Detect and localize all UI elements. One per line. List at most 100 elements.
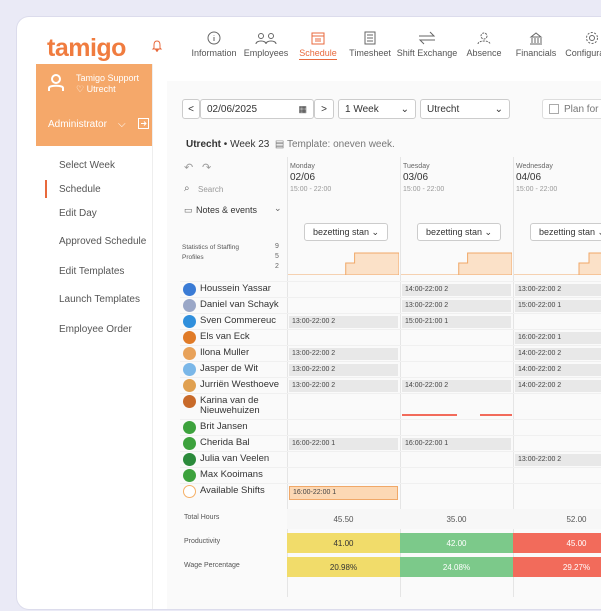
shift-block[interactable]: 16:00-22:00 1 xyxy=(515,332,601,344)
employee-row: Els van Eck 16:00-22:00 1 xyxy=(180,329,601,346)
sidebar-item-edit-day[interactable]: Edit Day xyxy=(45,201,153,225)
search-input[interactable]: Search xyxy=(198,185,223,194)
sidebar-item-employee-order[interactable]: Employee Order xyxy=(45,317,153,341)
shift-block[interactable]: 13:00-22:00 2 xyxy=(289,364,398,376)
notes-events-label[interactable]: Notes & events xyxy=(196,205,257,215)
plan-for-multiple-checkbox[interactable]: Plan for multip xyxy=(542,99,601,119)
avatar[interactable] xyxy=(183,315,196,328)
nav-employees[interactable]: Employees xyxy=(240,27,292,67)
avatar[interactable] xyxy=(183,421,196,434)
calendar-icon[interactable]: ▦ xyxy=(298,104,307,115)
employee-name[interactable]: Jasper de Wit xyxy=(200,364,258,374)
shift-block[interactable]: 14:00-22:00 2 xyxy=(515,380,601,392)
location-select[interactable]: Utrecht ⌄ xyxy=(420,99,510,119)
shift-block[interactable]: 16:00-22:00 1 xyxy=(402,438,511,450)
employee-name[interactable]: Els van Eck xyxy=(200,332,250,342)
period-select[interactable]: 1 Week ⌄ xyxy=(338,99,416,119)
totals-value: 41.00 xyxy=(287,533,400,553)
employee-name[interactable]: Julia van Veelen xyxy=(200,454,269,464)
employee-name[interactable]: Karina van de Nieuwehuizen xyxy=(200,396,288,416)
shift-block[interactable]: 13:00-22:00 2 xyxy=(289,380,398,392)
sidebar-item-schedule[interactable]: Schedule xyxy=(45,177,153,201)
staffing-label: Statistics of Staffing Profiles xyxy=(182,244,239,261)
employee-name[interactable]: Available Shifts xyxy=(200,486,265,496)
user-role[interactable]: Administrator xyxy=(48,119,107,130)
chevron-down-icon[interactable]: ⌄ xyxy=(274,203,282,214)
avatar[interactable] xyxy=(183,363,196,376)
date-input[interactable]: 02/06/2025 ▦ xyxy=(200,99,314,119)
day-name: Tuesday xyxy=(403,163,430,170)
employee-name[interactable]: Sven Commereuc xyxy=(200,316,276,326)
nav-absence[interactable]: Absence xyxy=(458,27,510,67)
sidebar-menu: Select Week Schedule Edit Day Approved Sche… xyxy=(45,153,153,341)
shift-block[interactable]: 14:00-22:00 2 xyxy=(402,284,511,296)
logout-icon[interactable] xyxy=(138,118,149,129)
nav-configuration[interactable]: Configuration xyxy=(562,27,601,67)
shift-block[interactable]: 13:00-22:00 2 xyxy=(515,284,601,296)
user-name: Tamigo Support ♡ Utrecht xyxy=(76,73,139,95)
day-date[interactable]: 03/06 xyxy=(403,172,428,183)
avatar[interactable] xyxy=(183,283,196,296)
bezetting-label: bezetting stan xyxy=(312,227,369,237)
employee-name[interactable]: Ilona Muller xyxy=(200,348,249,358)
day-date[interactable]: 02/06 xyxy=(290,172,315,183)
employee-name[interactable]: Daniel van Schayk xyxy=(200,300,279,310)
checkbox-box[interactable] xyxy=(549,104,559,114)
undo-icon[interactable]: ↶ xyxy=(184,161,193,174)
sidebar-item-approved-schedule[interactable]: Approved Schedule xyxy=(45,225,153,259)
shift-block[interactable]: 13:00-22:00 2 xyxy=(402,300,511,312)
nav-schedule[interactable]: Schedule xyxy=(292,27,344,67)
chevron-down-icon[interactable]: ⌵ xyxy=(118,119,126,130)
shift-block[interactable]: 14:00-22:00 2 xyxy=(402,380,511,392)
employee-name[interactable]: Cherida Bal xyxy=(200,438,250,448)
sidebar-item-edit-templates[interactable]: Edit Templates xyxy=(45,259,153,283)
employee-name[interactable]: Jurriën Westhoeve xyxy=(200,380,279,390)
shift-block[interactable]: 16:00-22:00 1 xyxy=(289,438,398,450)
avatar[interactable] xyxy=(183,469,196,482)
staffing-area xyxy=(401,252,512,275)
sidebar-item-launch-templates[interactable]: Launch Templates xyxy=(45,283,153,317)
shift-block[interactable]: 13:00-22:00 2 xyxy=(289,316,398,328)
top-navigation: Information Employees Schedule Timesheet Shi… xyxy=(188,27,601,67)
avatar[interactable] xyxy=(183,347,196,360)
chevron-down-icon: ⌄ xyxy=(400,103,409,115)
redo-icon[interactable]: ↷ xyxy=(202,161,211,174)
bezetting-select[interactable]: bezetting stan ⌄ xyxy=(530,223,601,241)
avatar[interactable] xyxy=(183,379,196,392)
shift-block[interactable]: 14:00-22:00 2 xyxy=(515,364,601,376)
bezetting-select[interactable]: bezetting stan ⌄ xyxy=(304,223,388,241)
nav-label: Timesheet xyxy=(349,48,391,58)
totals-row: Wage Percentage 20.98% 24.08% 29.27% xyxy=(180,557,601,577)
totals-value: 20.98% xyxy=(287,557,400,577)
staffing-profile-chart xyxy=(514,252,601,275)
totals-label: Wage Percentage xyxy=(184,562,240,569)
shift-block[interactable]: 15:00-21:00 1 xyxy=(402,316,511,328)
nav-timesheet[interactable]: Timesheet xyxy=(344,27,396,67)
avatar[interactable] xyxy=(183,485,196,498)
avatar[interactable] xyxy=(183,437,196,450)
sidebar-item-select-week[interactable]: Select Week xyxy=(45,153,153,177)
employee-name[interactable]: Brit Jansen xyxy=(200,422,248,432)
available-shift[interactable]: 16:00-22:00 1 xyxy=(289,486,398,500)
bell-icon[interactable] xyxy=(151,40,163,52)
day-date[interactable]: 04/06 xyxy=(516,172,541,183)
next-week-button[interactable]: > xyxy=(314,99,334,119)
nav-shift-exchange[interactable]: Shift Exchange xyxy=(396,27,458,67)
shift-block[interactable]: 14:00-22:00 2 xyxy=(515,348,601,360)
nav-information[interactable]: Information xyxy=(188,27,240,67)
avatar[interactable] xyxy=(183,331,196,344)
avatar[interactable] xyxy=(183,395,196,408)
bezetting-select[interactable]: bezetting stan ⌄ xyxy=(417,223,501,241)
avatar[interactable] xyxy=(183,453,196,466)
period-value: 1 Week xyxy=(345,103,379,115)
shift-block[interactable]: 13:00-22:00 2 xyxy=(289,348,398,360)
staffing-profile-chart xyxy=(288,252,399,275)
employee-name[interactable]: Houssein Yassar xyxy=(200,284,271,294)
employee-name[interactable]: Max Kooimans xyxy=(200,470,263,480)
prev-week-button[interactable]: < xyxy=(182,99,200,119)
shift-block[interactable]: 13:00-22:00 2 xyxy=(515,454,601,466)
avatar[interactable] xyxy=(183,299,196,312)
tamigo-logo[interactable]: tamigo xyxy=(47,34,126,63)
shift-block[interactable]: 15:00-22:00 1 xyxy=(515,300,601,312)
nav-financials[interactable]: Financials xyxy=(510,27,562,67)
